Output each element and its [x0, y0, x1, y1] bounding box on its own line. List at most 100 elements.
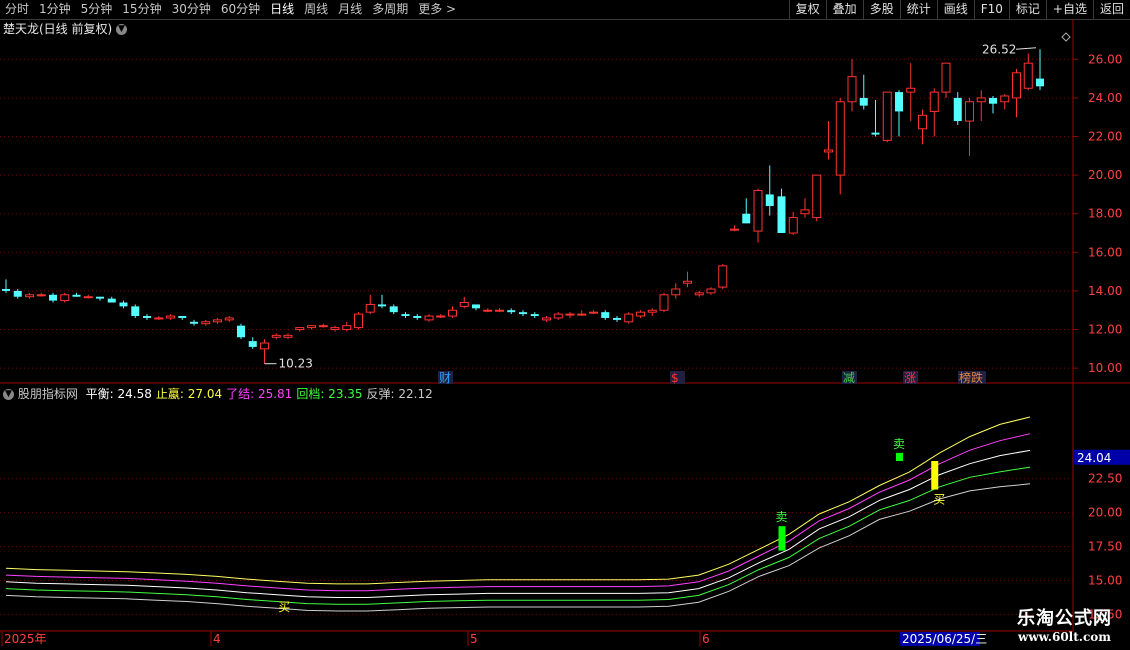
period-tab-2[interactable]: 5分钟: [76, 0, 118, 19]
tool-button-8[interactable]: 返回: [1092, 0, 1130, 19]
indicator-tick-label: 22.50: [1088, 472, 1122, 486]
candle-body: [824, 149, 833, 153]
candle-body: [378, 304, 386, 307]
candle-body: [1036, 78, 1044, 87]
event-marker: 财: [439, 371, 451, 385]
indicator-value-0: 平衡: 24.58: [85, 387, 152, 401]
watermark-url: www.60lt.com: [1018, 630, 1111, 644]
date-label: 6: [702, 632, 710, 646]
candle-body: [577, 313, 587, 316]
tool-button-7[interactable]: +自选: [1045, 0, 1093, 19]
period-tab-5[interactable]: 60分钟: [216, 0, 265, 19]
chevron-down-icon[interactable]: ▼: [116, 24, 128, 35]
candle-body: [424, 315, 434, 321]
candle-body: [906, 87, 916, 93]
tool-button-2[interactable]: 多股: [862, 0, 900, 19]
event-marker-bg: [438, 371, 453, 384]
candle-body: [976, 97, 986, 103]
candle-body: [859, 97, 868, 106]
watermark-title: 乐淘公式网: [1017, 608, 1112, 629]
indicator-tick-label: 20.00: [1088, 506, 1122, 520]
candle-body: [119, 302, 128, 307]
high-price-pointer: [1015, 47, 1037, 50]
candle-body: [25, 294, 34, 298]
tool-button-5[interactable]: F10: [973, 0, 1009, 19]
site-watermark: 乐淘公式网 www.60lt.com: [1017, 604, 1112, 644]
period-tabs: 分时 1分钟 5分钟 15分钟 30分钟 60分钟 日线 周线 月线 多周期 更多 >: [0, 0, 461, 19]
stock-title: 楚天龙(日线 前复权): [3, 22, 113, 36]
candle-body: [307, 325, 316, 329]
cursor-date-bg: [900, 632, 980, 646]
price-tick-label: 20.00: [1088, 168, 1122, 182]
current-value-tag-bg: [1074, 449, 1130, 465]
candle-body: [178, 316, 187, 318]
period-tab-1[interactable]: 1分钟: [34, 0, 76, 19]
candle-body: [96, 296, 104, 299]
date-label: 2025年: [4, 632, 47, 646]
chevron-down-icon[interactable]: ▼: [3, 389, 14, 400]
candle-body: [213, 319, 222, 323]
event-marker: 涨: [904, 370, 916, 385]
candle-body: [330, 327, 340, 331]
period-tab-7[interactable]: 周线: [299, 0, 333, 19]
candle-body: [448, 309, 457, 317]
candle-body: [224, 317, 234, 321]
candle-body: [871, 132, 880, 135]
date-label: 5: [470, 632, 478, 646]
indicator-value-2: 了结: 25.81: [226, 387, 293, 401]
period-tab-8[interactable]: 月线: [333, 0, 367, 19]
candle-body: [530, 314, 539, 317]
indicator-title-row: ▼ 股朋指标网 平衡: 24.58 止蠃: 27.04 了结: 25.81 回档: 2…: [3, 386, 433, 402]
candle-body: [436, 315, 446, 318]
candle-body: [483, 309, 493, 312]
period-tab-9[interactable]: 多周期: [367, 0, 413, 19]
price-tick-label: 16.00: [1088, 245, 1122, 259]
candle-body: [507, 310, 516, 313]
indicator-tick-label: 15.00: [1088, 573, 1122, 587]
candle-body: [190, 321, 198, 324]
event-marker: 榜跌: [959, 370, 983, 385]
candle-body: [636, 311, 645, 317]
candle-body: [472, 304, 480, 309]
candle-body: [989, 97, 997, 104]
period-tab-0[interactable]: 分时: [0, 0, 34, 19]
price-tick-label: 22.00: [1088, 130, 1122, 144]
low-price-label: 10.23: [279, 357, 313, 371]
candle-body: [342, 325, 352, 331]
candle-body: [143, 316, 151, 318]
tool-button-0[interactable]: 复权: [788, 0, 826, 19]
candle-body: [800, 209, 810, 215]
candle-body: [765, 194, 774, 206]
buy-signal-label: 买: [278, 600, 290, 614]
candle-body: [718, 265, 728, 288]
event-marker-bg: [958, 371, 986, 384]
cursor-date: 2025/06/25/三: [902, 632, 987, 646]
tool-button-4[interactable]: 画线: [936, 0, 974, 19]
candle-body: [647, 309, 657, 313]
period-tab-10[interactable]: 更多 >: [413, 0, 461, 19]
candle-body: [72, 294, 81, 297]
tool-button-6[interactable]: 标记: [1008, 0, 1046, 19]
period-tab-3[interactable]: 15分钟: [117, 0, 166, 19]
tool-button-3[interactable]: 统计: [899, 0, 937, 19]
candle-body: [60, 294, 70, 302]
event-marker-bg: [903, 371, 918, 384]
tool-button-1[interactable]: 叠加: [825, 0, 863, 19]
candle-body: [166, 315, 175, 319]
period-tab-4[interactable]: 30分钟: [167, 0, 216, 19]
candle-body: [812, 174, 822, 219]
signal-bar-buy: [931, 461, 939, 490]
candle-body: [659, 294, 669, 311]
price-tick-label: 14.00: [1088, 284, 1122, 298]
candle-body: [788, 217, 798, 234]
indicator-value-3: 回档: 23.35: [296, 387, 363, 401]
candle-body: [895, 92, 903, 112]
price-tick-label: 24.00: [1088, 91, 1122, 105]
period-tab-6[interactable]: 日线: [265, 0, 299, 19]
candle-body: [107, 298, 116, 303]
candle-body: [683, 280, 692, 284]
candle-body: [565, 313, 575, 316]
candle-body: [36, 294, 46, 297]
candle-body: [83, 296, 93, 299]
candle-body: [601, 312, 610, 318]
